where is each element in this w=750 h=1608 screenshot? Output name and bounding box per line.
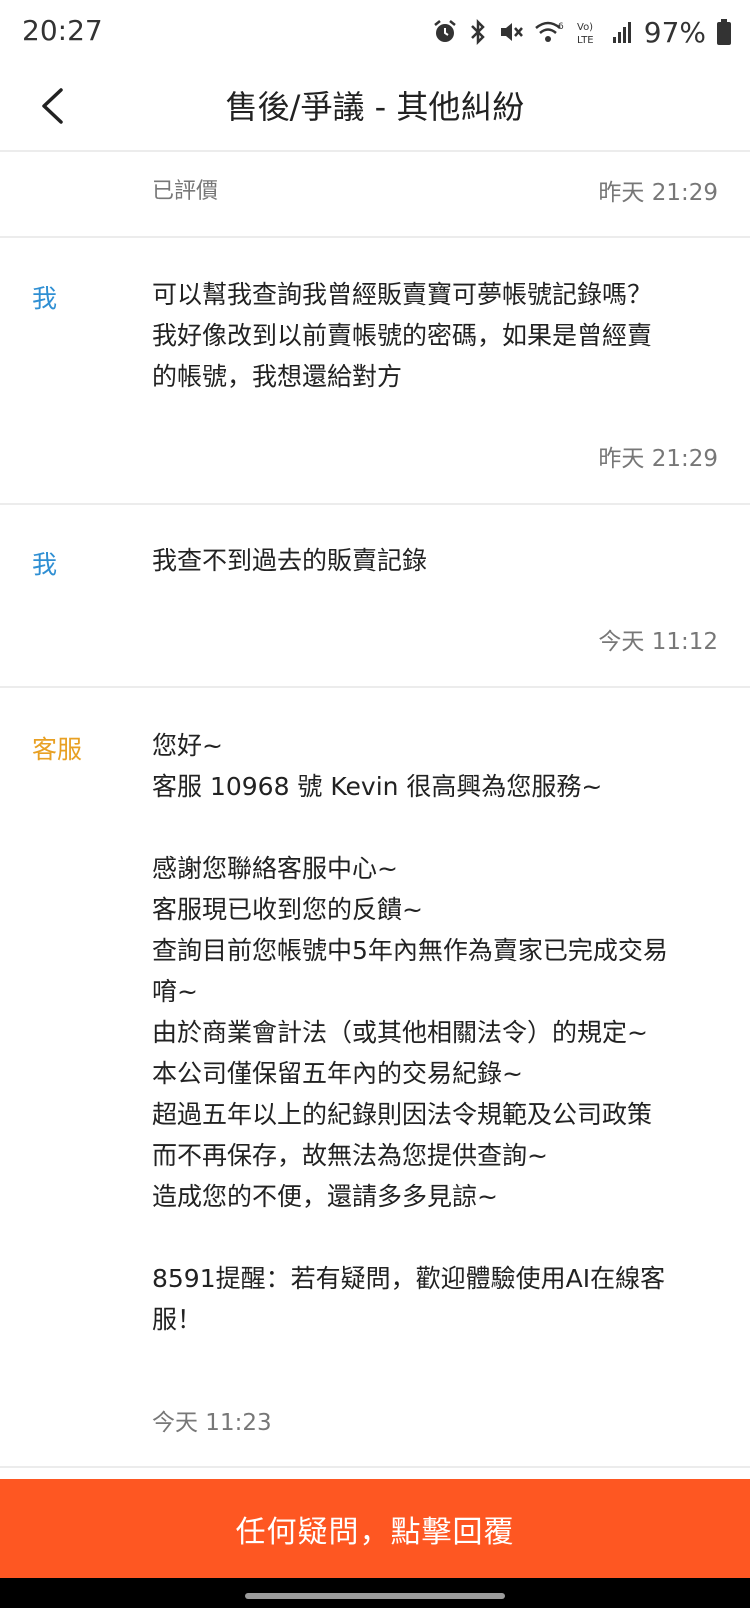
message-text: 您好~ 客服 10968 號 Kevin 很高興為您服務~ 感謝您聯絡客服中心~… [152,731,668,1334]
status-icons: 6 Vo) LTE 97% [432,14,732,50]
reply-button-label: 任何疑問，點擊回覆 [235,1514,515,1550]
mute-icon [498,19,524,45]
header-divider [0,150,750,152]
signal-icon [612,19,634,45]
sender-label: 我 [32,550,58,579]
message-divider [0,1466,750,1468]
message-divider [0,686,750,688]
message-time: 今天 11:12 [598,629,718,655]
reply-button[interactable]: 任何疑問，點擊回覆 [0,1479,750,1578]
volte-icon: Vo) LTE [576,18,602,46]
battery-icon [716,18,732,46]
status-bar: 20:27 6 Vo) LTE 97% [0,0,750,66]
status-time: 20:27 [22,14,103,47]
message-time: 昨天 21:29 [598,180,718,206]
message-divider [0,503,750,505]
message-text: 可以幫我查詢我曾經販賣寶可夢帳號記錄嗎？ 我好像改到以前賣帳號的密碼，如果是曾經… [152,280,653,391]
svg-text:LTE: LTE [577,35,594,46]
message-divider [0,236,750,238]
navigation-bar [0,1578,750,1608]
message-text: 我查不到過去的販賣記錄 [152,546,428,575]
battery-percent: 97% [643,15,706,49]
screen: 20:27 6 Vo) LTE 97% 售後/爭議 - 其他糾紛 已評價 昨天 … [0,0,750,1608]
home-indicator[interactable] [245,1593,505,1599]
svg-text:6: 6 [558,22,564,32]
page-title: 售後/爭議 - 其他糾紛 [225,88,525,126]
wifi-icon: 6 [534,19,566,45]
sender-label: 我 [32,284,58,313]
rated-label: 已評價 [152,179,219,204]
header: 售後/爭議 - 其他糾紛 [0,66,750,150]
svg-text:Vo): Vo) [577,22,593,33]
message-time: 昨天 21:29 [598,446,718,472]
message-time: 今天 11:23 [152,1410,272,1436]
bluetooth-icon [468,18,488,46]
alarm-icon [432,19,458,45]
sender-label: 客服 [32,735,83,764]
